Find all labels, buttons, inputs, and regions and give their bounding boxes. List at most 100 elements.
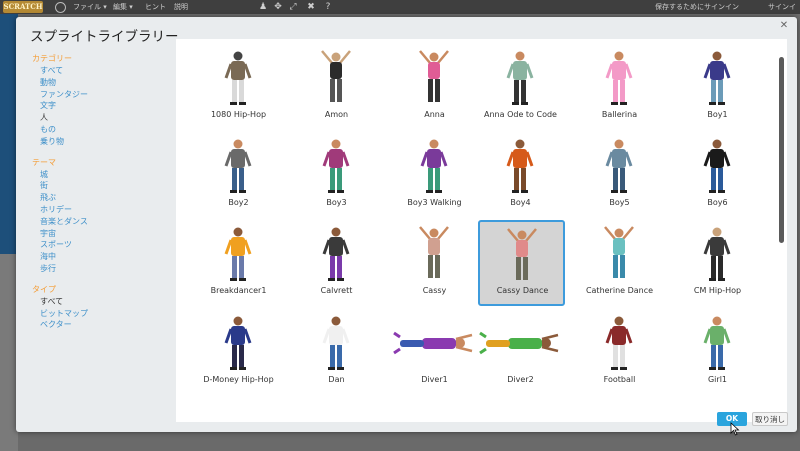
theme-item-2[interactable]: 飛ぶ xyxy=(32,192,182,204)
bottom-bar xyxy=(18,430,800,451)
sprite-grid-panel: 1080 Hip-Hop Amon Anna Anna Ode to Code xyxy=(176,39,787,422)
type-item-1[interactable]: ビットマップ xyxy=(32,308,182,320)
sprite-name: Ballerina xyxy=(601,110,638,119)
sprite-tile[interactable]: Catherine Dance xyxy=(577,220,662,304)
category-item-2[interactable]: ファンタジー xyxy=(32,89,182,101)
sprite-thumbnail xyxy=(294,136,379,196)
sprite-tile[interactable]: Boy3 Walking xyxy=(392,132,477,216)
sprite-tile[interactable]: Boy5 xyxy=(577,132,662,216)
sprite-thumbnail xyxy=(675,313,760,373)
menu-about[interactable]: 説明 xyxy=(174,0,188,14)
theme-heading: テーマ xyxy=(32,157,56,167)
sprite-name: Anna Ode to Code xyxy=(484,110,557,119)
sprite-thumbnail xyxy=(196,313,281,373)
theme-item-1[interactable]: 街 xyxy=(32,180,182,192)
sprite-name: Diver2 xyxy=(507,375,534,384)
sprite-thumbnail xyxy=(196,48,281,108)
sprite-thumbnail xyxy=(577,48,662,108)
globe-icon[interactable] xyxy=(55,2,66,13)
sprite-tile[interactable]: D-Money Hip-Hop xyxy=(196,309,281,393)
sprite-name: Boy2 xyxy=(228,198,249,207)
sprite-name: Football xyxy=(603,375,636,384)
category-item-5[interactable]: もの xyxy=(32,124,182,136)
shrink-icon[interactable]: ✖ xyxy=(306,2,316,12)
sprite-thumbnail xyxy=(392,48,477,108)
menu-tips[interactable]: ヒント xyxy=(145,0,166,14)
app-menubar: SCRATCH ファイル ▾ 編集 ▾ ヒント 説明 ♟ ✥ ⤢ ✖ ? 保存す… xyxy=(0,0,800,14)
signin-link[interactable]: サインイ xyxy=(768,0,796,14)
menu-edit[interactable]: 編集 ▾ xyxy=(113,0,133,14)
theme-item-7[interactable]: 海中 xyxy=(32,251,182,263)
sprite-tile[interactable]: Cassy Dance xyxy=(478,220,565,306)
sprite-thumbnail xyxy=(577,313,662,373)
sprite-name: D-Money Hip-Hop xyxy=(203,375,274,384)
scratch-logo[interactable]: SCRATCH xyxy=(3,1,43,13)
sprite-tile[interactable]: Diver2 xyxy=(478,309,563,393)
mouse-cursor-icon xyxy=(730,422,740,436)
theme-item-0[interactable]: 城 xyxy=(32,169,182,181)
sprite-tile[interactable]: Cassy xyxy=(392,220,477,304)
help-icon[interactable]: ? xyxy=(323,2,333,12)
theme-item-5[interactable]: 宇宙 xyxy=(32,228,182,240)
sprite-tile[interactable]: Football xyxy=(577,309,662,393)
sprite-thumbnail xyxy=(294,313,379,373)
theme-item-6[interactable]: スポーツ xyxy=(32,239,182,251)
category-item-1[interactable]: 動物 xyxy=(32,77,182,89)
sprite-thumbnail xyxy=(577,136,662,196)
sprite-tile[interactable]: Anna xyxy=(392,44,477,128)
category-item-4[interactable]: 人 xyxy=(32,112,182,124)
library-sidebar: カテゴリー すべて 動物 ファンタジー 文字人もの 乗り物 テーマ 城街飛ぶ ホリデー 音楽… xyxy=(32,53,182,331)
sprite-name: Boy3 xyxy=(326,198,347,207)
sprite-thumbnail xyxy=(478,136,563,196)
sprite-tile[interactable]: Anna Ode to Code xyxy=(478,44,563,128)
sprite-thumbnail xyxy=(196,224,281,284)
sprite-tile[interactable]: Ballerina xyxy=(577,44,662,128)
theme-item-3[interactable]: ホリデー xyxy=(32,204,182,216)
type-item-2[interactable]: ベクター xyxy=(32,319,182,331)
category-item-0[interactable]: すべて xyxy=(32,65,182,77)
sprite-tile[interactable]: Diver1 xyxy=(392,309,477,393)
sprite-tile[interactable]: Boy1 xyxy=(675,44,760,128)
sprite-tile[interactable]: CM Hip-Hop xyxy=(675,220,760,304)
sprite-name: Dan xyxy=(328,375,345,384)
scrollbar[interactable] xyxy=(779,57,784,243)
sprite-tile[interactable]: Boy3 xyxy=(294,132,379,216)
move-icon[interactable]: ✥ xyxy=(273,2,283,12)
sprite-thumbnail xyxy=(478,48,563,108)
sprite-tile[interactable]: Boy6 xyxy=(675,132,760,216)
theme-item-4[interactable]: 音楽とダンス xyxy=(32,216,182,228)
type-item-0[interactable]: すべて xyxy=(32,296,182,308)
sprite-thumbnail xyxy=(675,136,760,196)
grow-icon[interactable]: ⤢ xyxy=(288,2,298,12)
menu-file[interactable]: ファイル ▾ xyxy=(73,0,107,14)
dialog-title: スプライトライブラリー xyxy=(30,29,179,45)
sprite-name: Boy6 xyxy=(707,198,728,207)
sprite-name: 1080 Hip-Hop xyxy=(210,110,267,119)
category-item-3[interactable]: 文字 xyxy=(32,100,182,112)
sprite-name: Breakdancer1 xyxy=(210,286,267,295)
sprite-tile[interactable]: Calvrett xyxy=(294,220,379,304)
sprite-tile[interactable]: Boy4 xyxy=(478,132,563,216)
sprite-thumbnail xyxy=(294,48,379,108)
sprite-thumbnail xyxy=(392,136,477,196)
sprite-name: Cassy Dance xyxy=(496,286,549,295)
sprite-thumbnail xyxy=(675,224,760,284)
sprite-tile[interactable]: Dan xyxy=(294,309,379,393)
category-item-6[interactable]: 乗り物 xyxy=(32,136,182,148)
sprite-tile[interactable]: Boy2 xyxy=(196,132,281,216)
sprite-thumbnail xyxy=(478,313,563,373)
sprite-name: Girl1 xyxy=(707,375,728,384)
sprite-tile[interactable]: Breakdancer1 xyxy=(196,220,281,304)
cancel-button[interactable]: 取り消し xyxy=(752,412,788,426)
save-notice[interactable]: 保存するためにサインイン xyxy=(655,0,739,14)
sprite-name: Amon xyxy=(324,110,349,119)
sprite-tile[interactable]: Girl1 xyxy=(675,309,760,393)
sprite-tile[interactable]: Amon xyxy=(294,44,379,128)
sprite-name: Boy5 xyxy=(609,198,630,207)
sprite-thumbnail xyxy=(392,313,477,373)
person-icon[interactable]: ♟ xyxy=(258,2,268,12)
close-icon[interactable]: ✕ xyxy=(778,20,790,32)
theme-item-8[interactable]: 歩行 xyxy=(32,263,182,275)
sprite-tile[interactable]: 1080 Hip-Hop xyxy=(196,44,281,128)
sprite-library-dialog: スプライトライブラリー ✕ カテゴリー すべて 動物 ファンタジー 文字人もの 乗り物 … xyxy=(16,17,797,436)
